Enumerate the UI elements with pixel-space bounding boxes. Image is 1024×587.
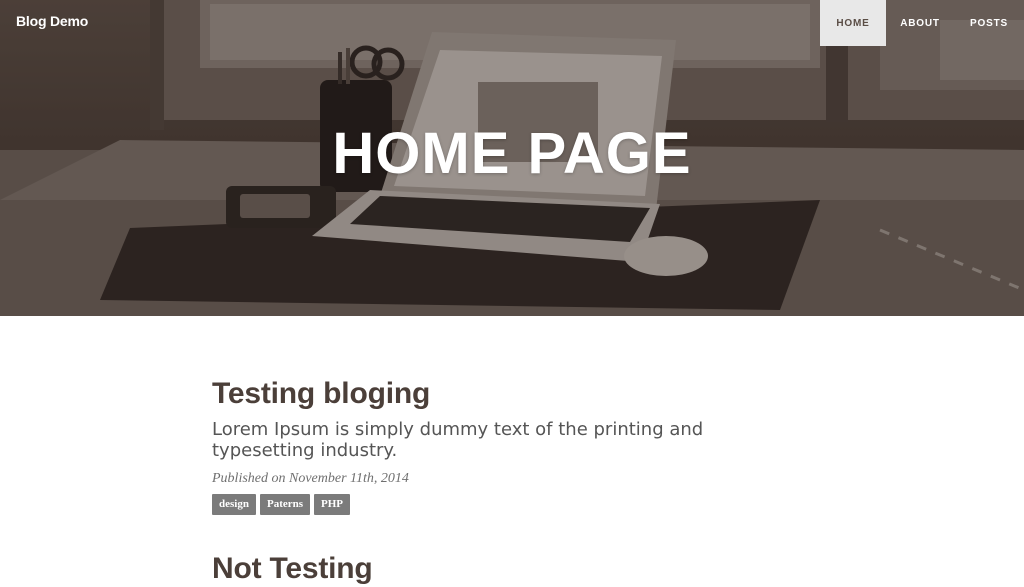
post-meta: Published on November 11th, 2014 (212, 471, 409, 486)
top-nav: HOME ABOUT POSTS (820, 0, 1024, 46)
post-link[interactable]: Testing bloging Lorem Ipsum is simply du… (212, 376, 812, 461)
nav-about-link[interactable]: ABOUT (886, 0, 954, 46)
tag-list: design Paterns PHP (212, 494, 812, 515)
post-title-2[interactable]: Not Testing (212, 551, 373, 587)
hero-banner: Blog Demo HOME ABOUT POSTS HOME PAGE (0, 0, 1024, 316)
nav-home-link[interactable]: HOME (820, 0, 886, 46)
post-subtitle: Lorem Ipsum is simply dummy text of the … (212, 419, 704, 461)
post-title[interactable]: Testing bloging (212, 376, 812, 412)
tag-php[interactable]: PHP (314, 494, 351, 515)
brand-link[interactable]: Blog Demo (16, 13, 88, 29)
post-preview: Testing bloging Lorem Ipsum is simply du… (212, 376, 812, 515)
post-preview-2: Not Testing (212, 551, 373, 587)
tag-paterns[interactable]: Paterns (259, 494, 311, 515)
tag-design[interactable]: design (212, 494, 256, 515)
hero-title: HOME PAGE (332, 121, 692, 186)
nav-posts-link[interactable]: POSTS (954, 0, 1024, 46)
